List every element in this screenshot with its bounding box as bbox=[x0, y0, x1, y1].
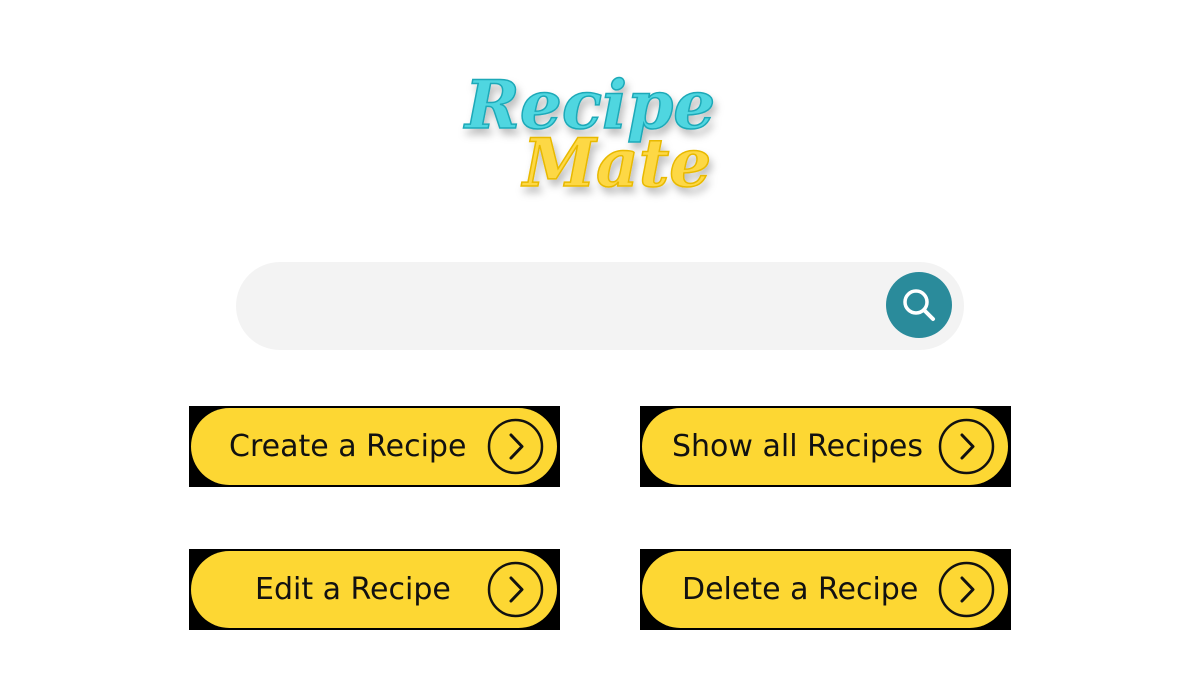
edit-recipe-tile: Edit a Recipe bbox=[189, 549, 560, 630]
delete-recipe-tile: Delete a Recipe bbox=[640, 549, 1011, 630]
delete-recipe-label: Delete a Recipe bbox=[682, 572, 919, 607]
show-all-recipes-label: Show all Recipes bbox=[672, 429, 923, 464]
create-recipe-button[interactable]: Create a Recipe bbox=[191, 408, 557, 485]
logo-image: Recipe Mate bbox=[462, 65, 716, 203]
search-button[interactable] bbox=[886, 272, 952, 338]
create-recipe-tile: Create a Recipe bbox=[189, 406, 560, 487]
show-all-recipes-button[interactable]: Show all Recipes bbox=[642, 408, 1008, 485]
search-bar bbox=[236, 262, 964, 350]
show-all-recipes-tile: Show all Recipes bbox=[640, 406, 1011, 487]
edit-recipe-label: Edit a Recipe bbox=[255, 572, 451, 607]
edit-recipe-button[interactable]: Edit a Recipe bbox=[191, 551, 557, 628]
chevron-right-icon bbox=[487, 418, 544, 475]
recipe-mate-home: Recipe Mate Create a Recipe Show all Rec… bbox=[0, 0, 1200, 700]
create-recipe-label: Create a Recipe bbox=[229, 429, 467, 464]
delete-recipe-button[interactable]: Delete a Recipe bbox=[642, 551, 1008, 628]
chevron-right-icon bbox=[938, 561, 995, 618]
search-icon bbox=[903, 289, 935, 321]
search-input[interactable] bbox=[276, 284, 880, 330]
logo-word-mate: Mate bbox=[521, 124, 711, 202]
chevron-right-icon bbox=[938, 418, 995, 475]
chevron-right-icon bbox=[487, 561, 544, 618]
recipe-mate-logo: Recipe Mate bbox=[455, 40, 725, 205]
